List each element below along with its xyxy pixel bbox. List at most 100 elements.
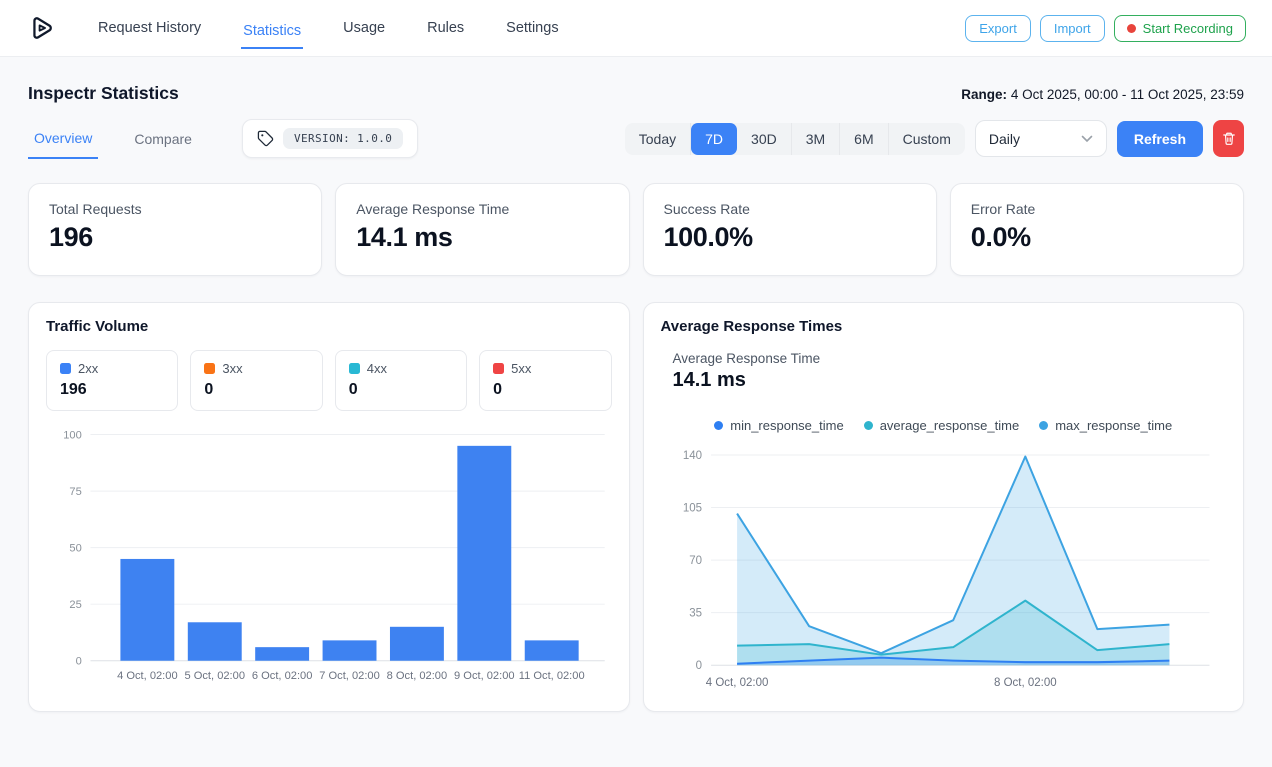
status-label: 2xx bbox=[78, 361, 98, 376]
status-4xx-swatch-icon bbox=[349, 363, 360, 374]
status-card-2xx: 2xx 196 bbox=[46, 350, 178, 411]
svg-text:11 Oct, 02:00: 11 Oct, 02:00 bbox=[519, 670, 585, 682]
version-pill: VERSION: 1.0.0 bbox=[283, 128, 403, 149]
status-card-4xx: 4xx 0 bbox=[335, 350, 467, 411]
delete-button[interactable] bbox=[1213, 120, 1244, 157]
tab-overview[interactable]: Overview bbox=[28, 118, 98, 159]
range-button-3m[interactable]: 3M bbox=[792, 123, 840, 155]
stat-value: 0.0% bbox=[971, 222, 1223, 253]
chevron-down-icon bbox=[1081, 135, 1093, 143]
status-label: 5xx bbox=[511, 361, 531, 376]
status-2xx-swatch-icon bbox=[60, 363, 71, 374]
status-label: 3xx bbox=[222, 361, 242, 376]
nav-link-usage[interactable]: Usage bbox=[341, 14, 387, 42]
status-3xx-swatch-icon bbox=[204, 363, 215, 374]
svg-text:4 Oct, 02:00: 4 Oct, 02:00 bbox=[705, 677, 768, 689]
charts-row: Traffic Volume 2xx 196 3xx 0 4xx bbox=[0, 302, 1272, 712]
stat-value: 196 bbox=[49, 222, 301, 253]
svg-text:6 Oct, 02:00: 6 Oct, 02:00 bbox=[252, 670, 313, 682]
start-recording-button[interactable]: Start Recording bbox=[1114, 15, 1246, 42]
tab-compare[interactable]: Compare bbox=[128, 119, 198, 158]
stat-card-error-rate: Error Rate 0.0% bbox=[950, 183, 1244, 276]
legend-dot-icon bbox=[864, 421, 873, 430]
legend-dot-icon bbox=[714, 421, 723, 430]
range-button-custom[interactable]: Custom bbox=[889, 123, 965, 155]
nav-link-request-history[interactable]: Request History bbox=[96, 14, 203, 42]
svg-text:8 Oct, 02:00: 8 Oct, 02:00 bbox=[993, 677, 1056, 689]
metric-value: 14.1 ms bbox=[673, 369, 1227, 392]
metric-label: Average Response Time bbox=[673, 351, 1227, 366]
status-value: 0 bbox=[349, 381, 453, 399]
range-value: 4 Oct 2025, 00:00 - 11 Oct 2025, 23:59 bbox=[1011, 87, 1244, 102]
svg-text:5 Oct, 02:00: 5 Oct, 02:00 bbox=[184, 670, 245, 682]
svg-text:35: 35 bbox=[689, 608, 702, 620]
trash-icon bbox=[1222, 131, 1236, 146]
play-logo-icon bbox=[26, 13, 56, 43]
stat-value: 14.1 ms bbox=[356, 222, 608, 253]
nav-link-rules[interactable]: Rules bbox=[425, 14, 466, 42]
svg-text:4 Oct, 02:00: 4 Oct, 02:00 bbox=[117, 670, 178, 682]
stat-card-avg-response-time: Average Response Time 14.1 ms bbox=[335, 183, 629, 276]
interval-selected-value: Daily bbox=[989, 131, 1020, 147]
legend-item-max[interactable]: max_response_time bbox=[1039, 418, 1172, 433]
stat-label: Error Rate bbox=[971, 201, 1223, 217]
status-label: 4xx bbox=[367, 361, 387, 376]
traffic-volume-bar-chart: 02550751004 Oct, 02:005 Oct, 02:006 Oct,… bbox=[46, 421, 612, 701]
traffic-volume-title: Traffic Volume bbox=[46, 318, 612, 335]
traffic-volume-card: Traffic Volume 2xx 196 3xx 0 4xx bbox=[28, 302, 630, 712]
legend-item-min[interactable]: min_response_time bbox=[714, 418, 843, 433]
status-value: 0 bbox=[493, 381, 597, 399]
legend-label: max_response_time bbox=[1055, 418, 1172, 433]
stat-label: Success Rate bbox=[664, 201, 916, 217]
stat-cards-row: Total Requests 196 Average Response Time… bbox=[0, 183, 1272, 276]
svg-text:100: 100 bbox=[63, 429, 82, 441]
response-metric: Average Response Time 14.1 ms bbox=[673, 351, 1227, 392]
chart-legend: min_response_time average_response_time … bbox=[661, 418, 1227, 433]
chart-controls: Today 7D 30D 3M 6M Custom Daily Refresh bbox=[625, 120, 1244, 157]
legend-item-average[interactable]: average_response_time bbox=[864, 418, 1019, 433]
range-segmented-control: Today 7D 30D 3M 6M Custom bbox=[625, 123, 965, 155]
range-button-7d[interactable]: 7D bbox=[691, 123, 737, 155]
status-code-cards: 2xx 196 3xx 0 4xx 0 bbox=[46, 350, 612, 411]
status-value: 196 bbox=[60, 381, 164, 399]
page-title: Inspectr Statistics bbox=[28, 83, 179, 104]
svg-text:105: 105 bbox=[682, 503, 701, 515]
stat-label: Total Requests bbox=[49, 201, 301, 217]
version-badge: VERSION: 1.0.0 bbox=[242, 119, 418, 158]
inspectr-logo[interactable] bbox=[26, 13, 56, 43]
response-times-card: Average Response Times Average Response … bbox=[643, 302, 1245, 712]
svg-text:50: 50 bbox=[69, 542, 81, 554]
nav-link-settings[interactable]: Settings bbox=[504, 14, 560, 42]
svg-text:70: 70 bbox=[689, 555, 702, 567]
range-label: Range: bbox=[961, 87, 1007, 102]
legend-label: average_response_time bbox=[880, 418, 1019, 433]
stat-card-total-requests: Total Requests 196 bbox=[28, 183, 322, 276]
page-header: Inspectr Statistics Range: 4 Oct 2025, 0… bbox=[0, 57, 1272, 104]
legend-dot-icon bbox=[1039, 421, 1048, 430]
date-range-text: Range: 4 Oct 2025, 00:00 - 11 Oct 2025, … bbox=[961, 87, 1244, 102]
top-navbar: Request History Statistics Usage Rules S… bbox=[0, 0, 1272, 57]
range-button-today[interactable]: Today bbox=[625, 123, 691, 155]
refresh-button[interactable]: Refresh bbox=[1117, 121, 1203, 157]
stat-value: 100.0% bbox=[664, 222, 916, 253]
svg-text:0: 0 bbox=[695, 660, 701, 672]
nav-link-statistics[interactable]: Statistics bbox=[241, 17, 303, 49]
svg-text:7 Oct, 02:00: 7 Oct, 02:00 bbox=[319, 670, 380, 682]
stat-card-success-rate: Success Rate 100.0% bbox=[643, 183, 937, 276]
start-recording-label: Start Recording bbox=[1143, 21, 1233, 36]
view-tabs: Overview Compare VERSION: 1.0.0 bbox=[28, 118, 418, 159]
interval-select[interactable]: Daily bbox=[975, 120, 1107, 157]
nav-actions: Export Import Start Recording bbox=[965, 15, 1246, 42]
import-button[interactable]: Import bbox=[1040, 15, 1105, 42]
stat-label: Average Response Time bbox=[356, 201, 608, 217]
status-value: 0 bbox=[204, 381, 308, 399]
status-card-3xx: 3xx 0 bbox=[190, 350, 322, 411]
status-card-5xx: 5xx 0 bbox=[479, 350, 611, 411]
svg-text:140: 140 bbox=[682, 450, 701, 462]
record-dot-icon bbox=[1127, 24, 1136, 33]
range-button-6m[interactable]: 6M bbox=[840, 123, 888, 155]
svg-text:0: 0 bbox=[76, 656, 82, 668]
export-button[interactable]: Export bbox=[965, 15, 1031, 42]
response-times-area-chart: 0 35 70 105 140 4 Oct, 02:00 8 Oct, 02:00 bbox=[661, 437, 1227, 699]
range-button-30d[interactable]: 30D bbox=[737, 123, 792, 155]
